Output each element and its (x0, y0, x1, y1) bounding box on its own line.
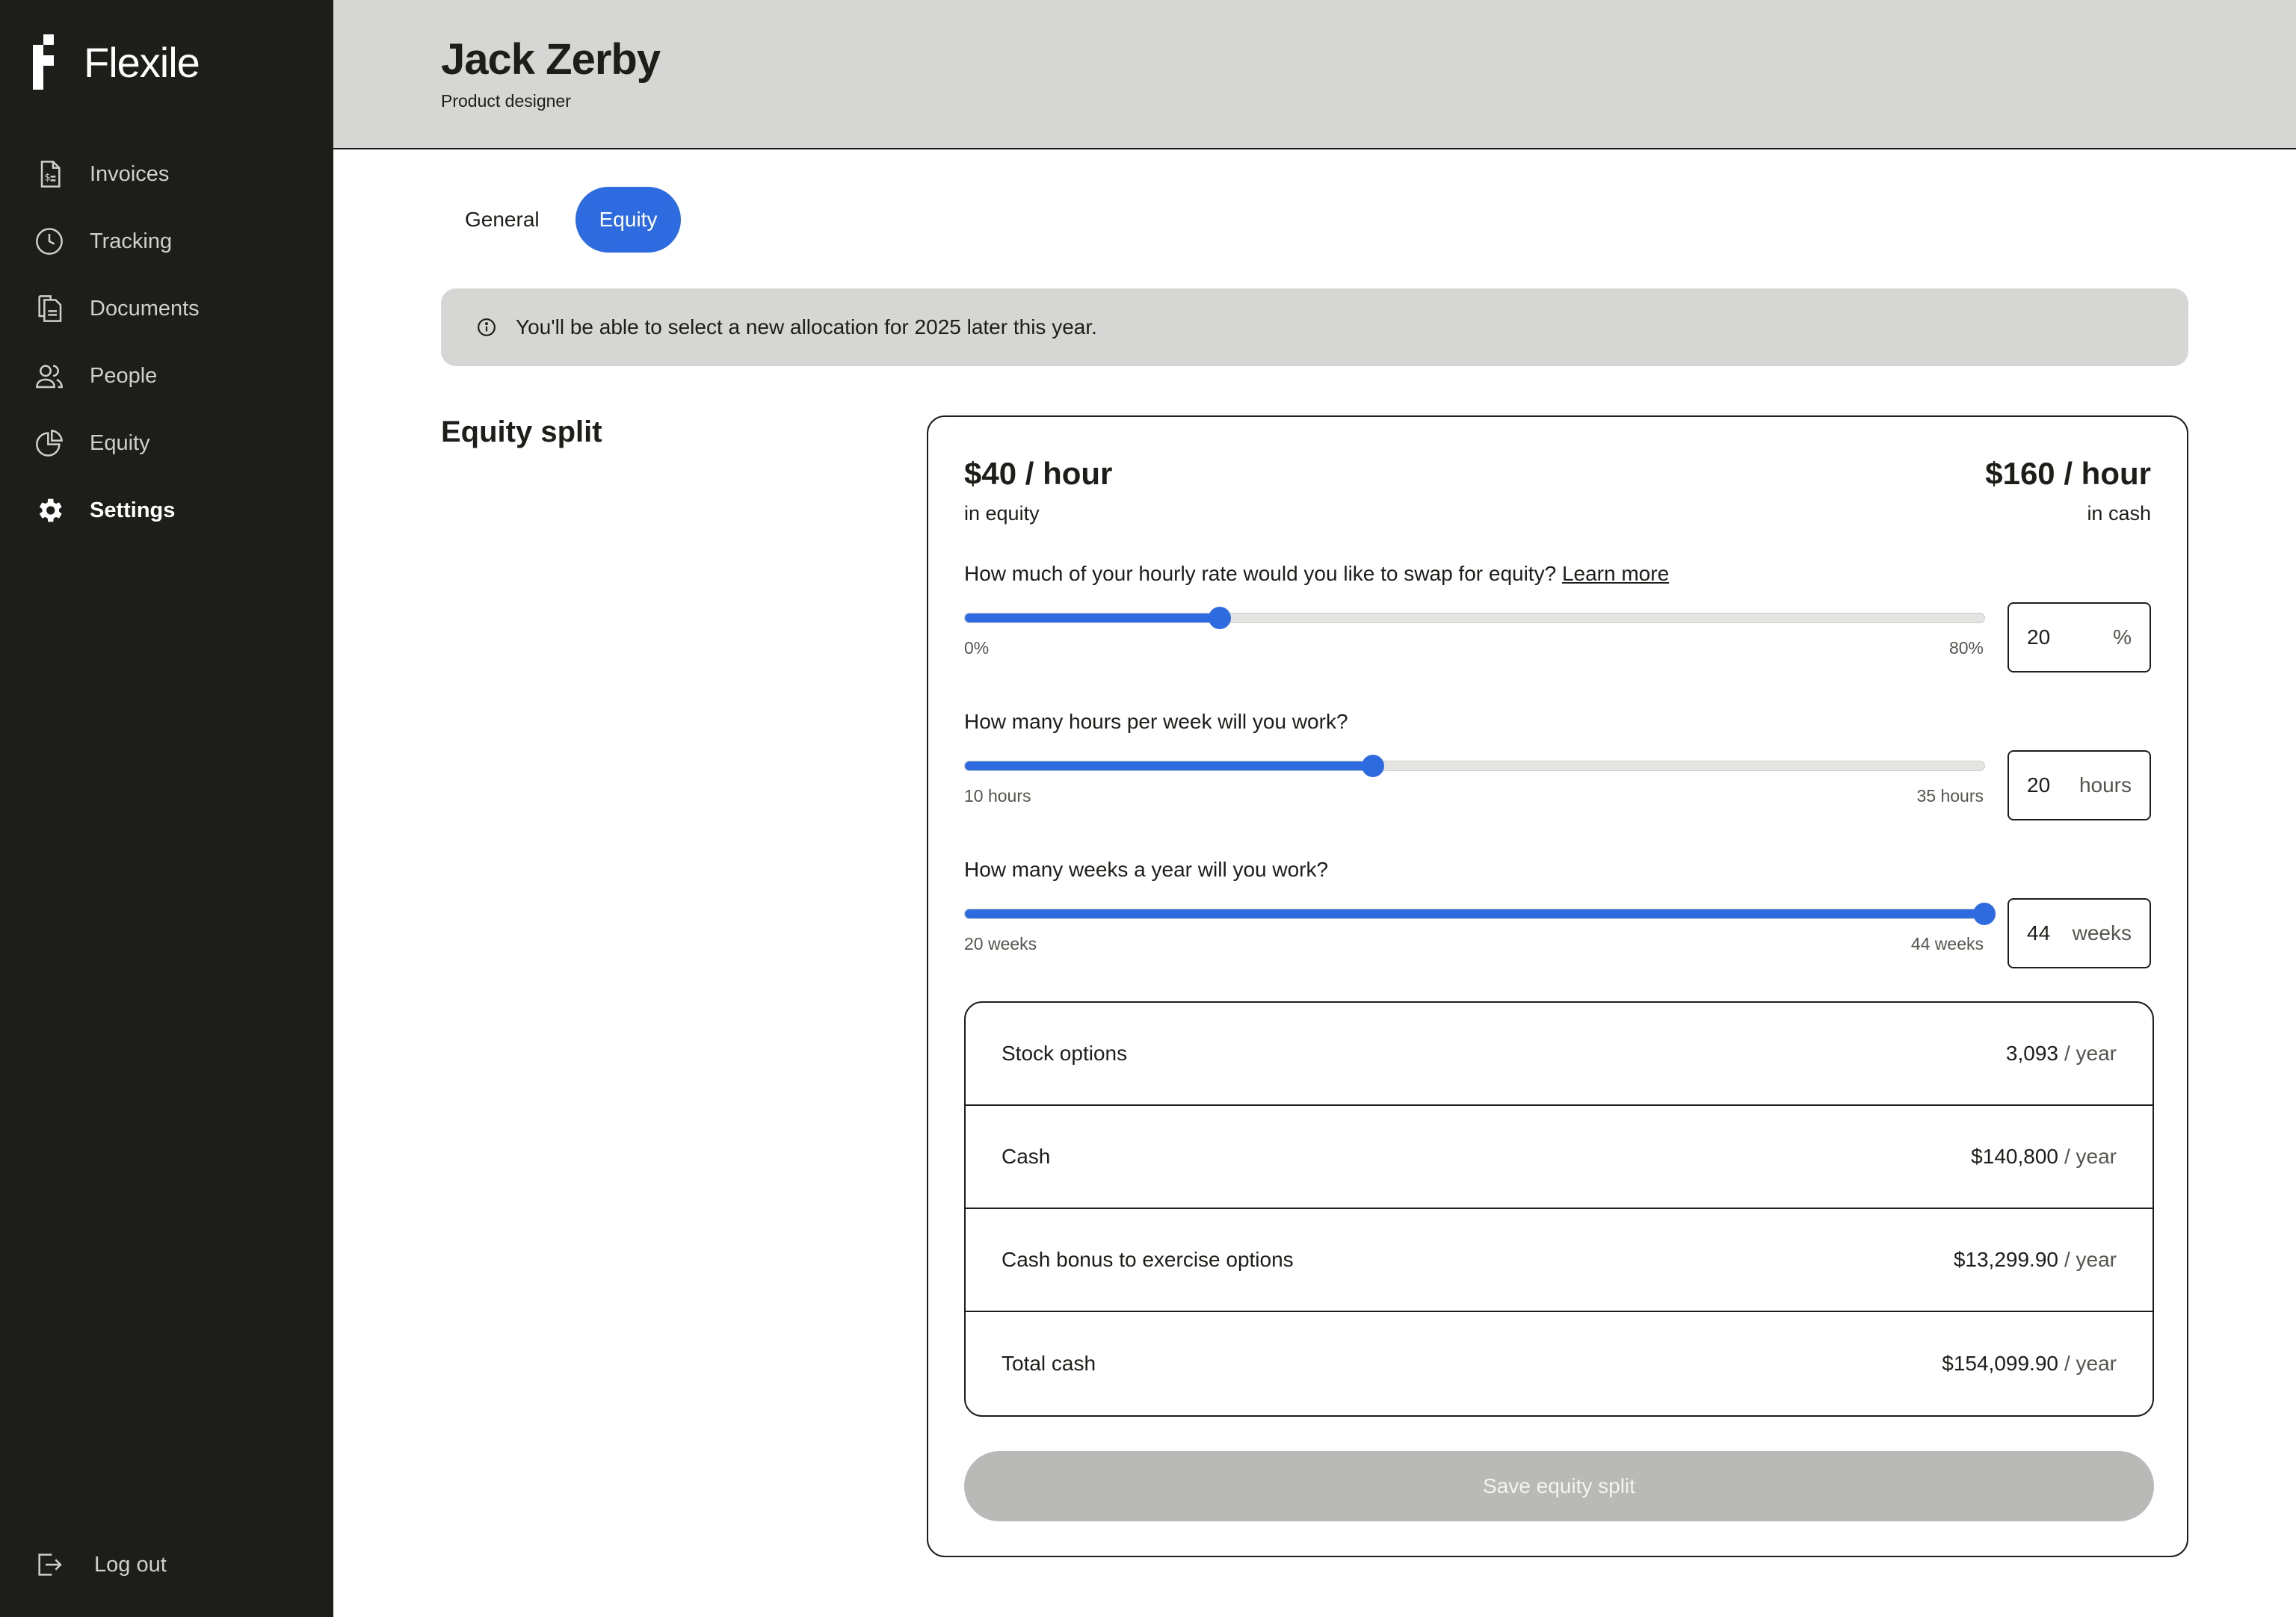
hours-slider[interactable] (964, 755, 1985, 777)
question-text: How much of your hourly rate would you l… (964, 562, 1557, 585)
summary-row-cash: Cash $140,800 / year (966, 1106, 2152, 1209)
summary-amount: $154,099.90 (1942, 1352, 2058, 1375)
summary-period: / year (2064, 1145, 2117, 1168)
slider-max-label: 44 weeks (1910, 934, 1984, 953)
input-unit: % (2113, 625, 2132, 649)
documents-icon (33, 292, 66, 325)
equity-rate-label: in equity (964, 502, 1040, 525)
summary-label: Stock options (1002, 1042, 1128, 1065)
summary-amount: 3,093 (2005, 1042, 2058, 1065)
brand-name: Flexile (84, 38, 200, 86)
clock-icon (33, 225, 66, 258)
sidebar-item-label: Invoices (90, 161, 170, 186)
input-value: 44 (2027, 921, 2051, 944)
summary-value: $13,299.90 / year (1954, 1248, 2117, 1272)
sidebar-item-tracking[interactable]: Tracking (33, 208, 200, 275)
section-title: Equity split (441, 415, 602, 448)
slider-min-label: 0% (964, 638, 990, 658)
sidebar-item-label: Equity (90, 430, 150, 455)
cash-rate: $160 / hour in cash (1985, 456, 2151, 525)
equity-percent-input[interactable]: 20 % (2008, 602, 2151, 673)
sidebar-item-documents[interactable]: Documents (33, 275, 200, 342)
people-icon (33, 359, 66, 392)
logout-icon (33, 1548, 66, 1581)
input-value: 20 (2027, 773, 2051, 797)
hours-question: How many hours per week will you work? (964, 710, 1348, 733)
tab-bar: General Equity (441, 187, 682, 253)
summary-row-stock-options: Stock options 3,093 / year (966, 1003, 2152, 1106)
tab-general[interactable]: General (441, 187, 564, 253)
summary-period: / year (2064, 1042, 2117, 1065)
slider-min-label: 20 weeks (964, 934, 1037, 953)
cash-rate-value: $160 / hour (1985, 456, 2151, 491)
summary-amount: $140,800 (1971, 1145, 2058, 1168)
slider-fill (965, 613, 1220, 622)
summary-period: / year (2064, 1248, 2117, 1271)
slider-max-label: 80% (1948, 638, 1984, 658)
logout-button[interactable]: Log out (33, 1548, 167, 1581)
sidebar-item-label: Settings (90, 498, 176, 522)
sidebar-item-label: Documents (90, 296, 200, 321)
slider-fill (965, 761, 1373, 770)
logout-label: Log out (94, 1552, 167, 1577)
pie-chart-icon (33, 427, 66, 460)
learn-more-link[interactable]: Learn more (1562, 562, 1669, 585)
summary-period: / year (2064, 1352, 2117, 1375)
compensation-summary: Stock options 3,093 / year Cash $140,800 /… (964, 1001, 2154, 1417)
info-notice: You'll be able to select a new allocatio… (441, 288, 2188, 366)
sidebar-nav: $ Invoices Tracking Documents People Equ… (33, 140, 200, 544)
slider-thumb[interactable] (1361, 755, 1384, 777)
slider-fill (965, 909, 1984, 918)
weeks-question: How many weeks a year will you work? (964, 858, 1329, 881)
sidebar-item-equity[interactable]: Equity (33, 409, 200, 477)
hours-input[interactable]: 20 hours (2008, 750, 2151, 820)
page-title: Jack Zerby (441, 35, 661, 84)
summary-value: $154,099.90 / year (1942, 1352, 2117, 1376)
input-unit: hours (2079, 773, 2132, 797)
notice-text: You'll be able to select a new allocatio… (516, 315, 1097, 338)
summary-value: $140,800 / year (1971, 1145, 2117, 1169)
slider-thumb[interactable] (1973, 903, 1996, 925)
save-equity-split-button[interactable]: Save equity split (964, 1451, 2154, 1521)
sidebar-item-people[interactable]: People (33, 342, 200, 409)
svg-text:$: $ (44, 172, 50, 183)
equity-percent-slider[interactable] (964, 607, 1985, 629)
slider-max-label: 35 hours (1916, 786, 1984, 806)
input-unit: weeks (2072, 921, 2132, 944)
sidebar-item-invoices[interactable]: $ Invoices (33, 140, 200, 208)
sidebar: Flexile $ Invoices Tracking Documents Pe… (0, 0, 333, 1617)
equity-rate: $40 / hour in equity (964, 456, 1112, 525)
page-header: Jack Zerby Product designer (333, 0, 2296, 149)
summary-row-cash-bonus: Cash bonus to exercise options $13,299.9… (966, 1209, 2152, 1312)
weeks-input[interactable]: 44 weeks (2008, 898, 2151, 968)
sidebar-item-settings[interactable]: Settings (33, 477, 200, 544)
summary-label: Cash (1002, 1145, 1051, 1168)
gear-icon (33, 494, 66, 527)
equity-percent-question: How much of your hourly rate would you l… (964, 562, 1669, 586)
page-subtitle: Product designer (441, 91, 571, 111)
summary-label: Cash bonus to exercise options (1002, 1248, 1294, 1271)
summary-value: 3,093 / year (2006, 1042, 2117, 1066)
brand[interactable]: Flexile (33, 34, 200, 90)
weeks-slider[interactable] (964, 903, 1996, 925)
tab-equity[interactable]: Equity (575, 187, 682, 253)
sidebar-item-label: Tracking (90, 229, 173, 253)
info-icon (477, 318, 496, 337)
input-value: 20 (2027, 625, 2051, 649)
summary-row-total-cash: Total cash $154,099.90 / year (966, 1312, 2152, 1415)
cash-rate-label: in cash (2087, 502, 2151, 525)
summary-label: Total cash (1002, 1352, 1096, 1375)
equity-rate-value: $40 / hour (964, 456, 1113, 491)
sidebar-item-label: People (90, 363, 158, 388)
summary-amount: $13,299.90 (1953, 1248, 2058, 1271)
invoice-icon: $ (33, 158, 66, 191)
equity-split-card: $40 / hour in equity $160 / hour in cash… (927, 415, 2188, 1557)
slider-thumb[interactable] (1209, 607, 1231, 629)
flexile-logo-icon (33, 34, 63, 90)
slider-min-label: 10 hours (964, 786, 1031, 806)
